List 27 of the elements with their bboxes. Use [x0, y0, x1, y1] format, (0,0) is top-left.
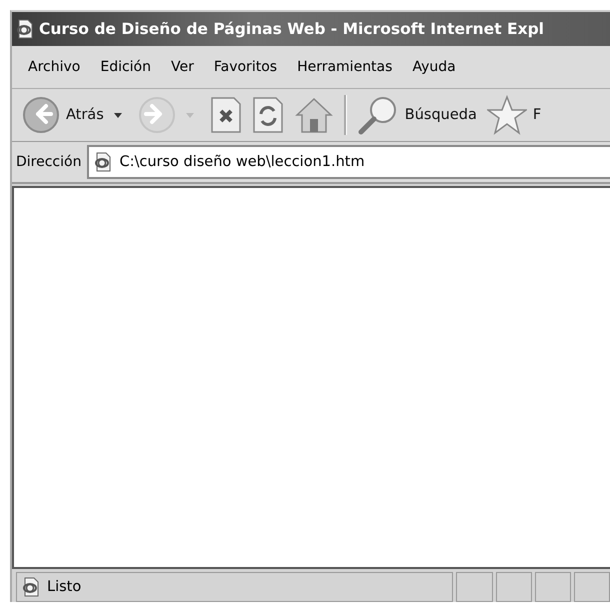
status-pane — [574, 572, 610, 602]
menu-item[interactable]: Edición — [90, 59, 161, 75]
menu-item[interactable]: Ayuda — [402, 59, 466, 75]
menu-item[interactable]: Favoritos — [204, 59, 288, 75]
status-page-icon — [21, 577, 41, 597]
window-title: Curso de Diseño de Páginas Web - Microsoft Internet Expl — [39, 20, 544, 38]
refresh-icon — [252, 96, 284, 134]
back-button[interactable]: Atrás — [18, 96, 108, 134]
menu-item[interactable]: Herramientas — [287, 59, 402, 75]
search-button[interactable]: Búsqueda — [352, 95, 481, 135]
toolbar-separator — [344, 95, 347, 135]
address-field[interactable]: C:\curso diseño web\leccion1.htm — [87, 145, 610, 179]
menu-item[interactable]: Ver — [161, 59, 204, 75]
status-pane — [496, 572, 532, 602]
search-icon — [356, 95, 399, 135]
page-icon — [15, 19, 35, 39]
status-pane — [534, 572, 571, 602]
star-icon — [486, 95, 527, 135]
status-text: Listo — [47, 579, 82, 595]
stop-icon — [210, 96, 242, 134]
menu-item[interactable]: Archivo — [18, 59, 90, 75]
status-pane — [456, 572, 493, 602]
address-label: Dirección — [16, 154, 82, 170]
caret-icon[interactable] — [114, 112, 122, 118]
favorites-button[interactable]: F — [482, 95, 546, 135]
page-icon — [93, 152, 114, 172]
home-icon — [294, 96, 334, 134]
